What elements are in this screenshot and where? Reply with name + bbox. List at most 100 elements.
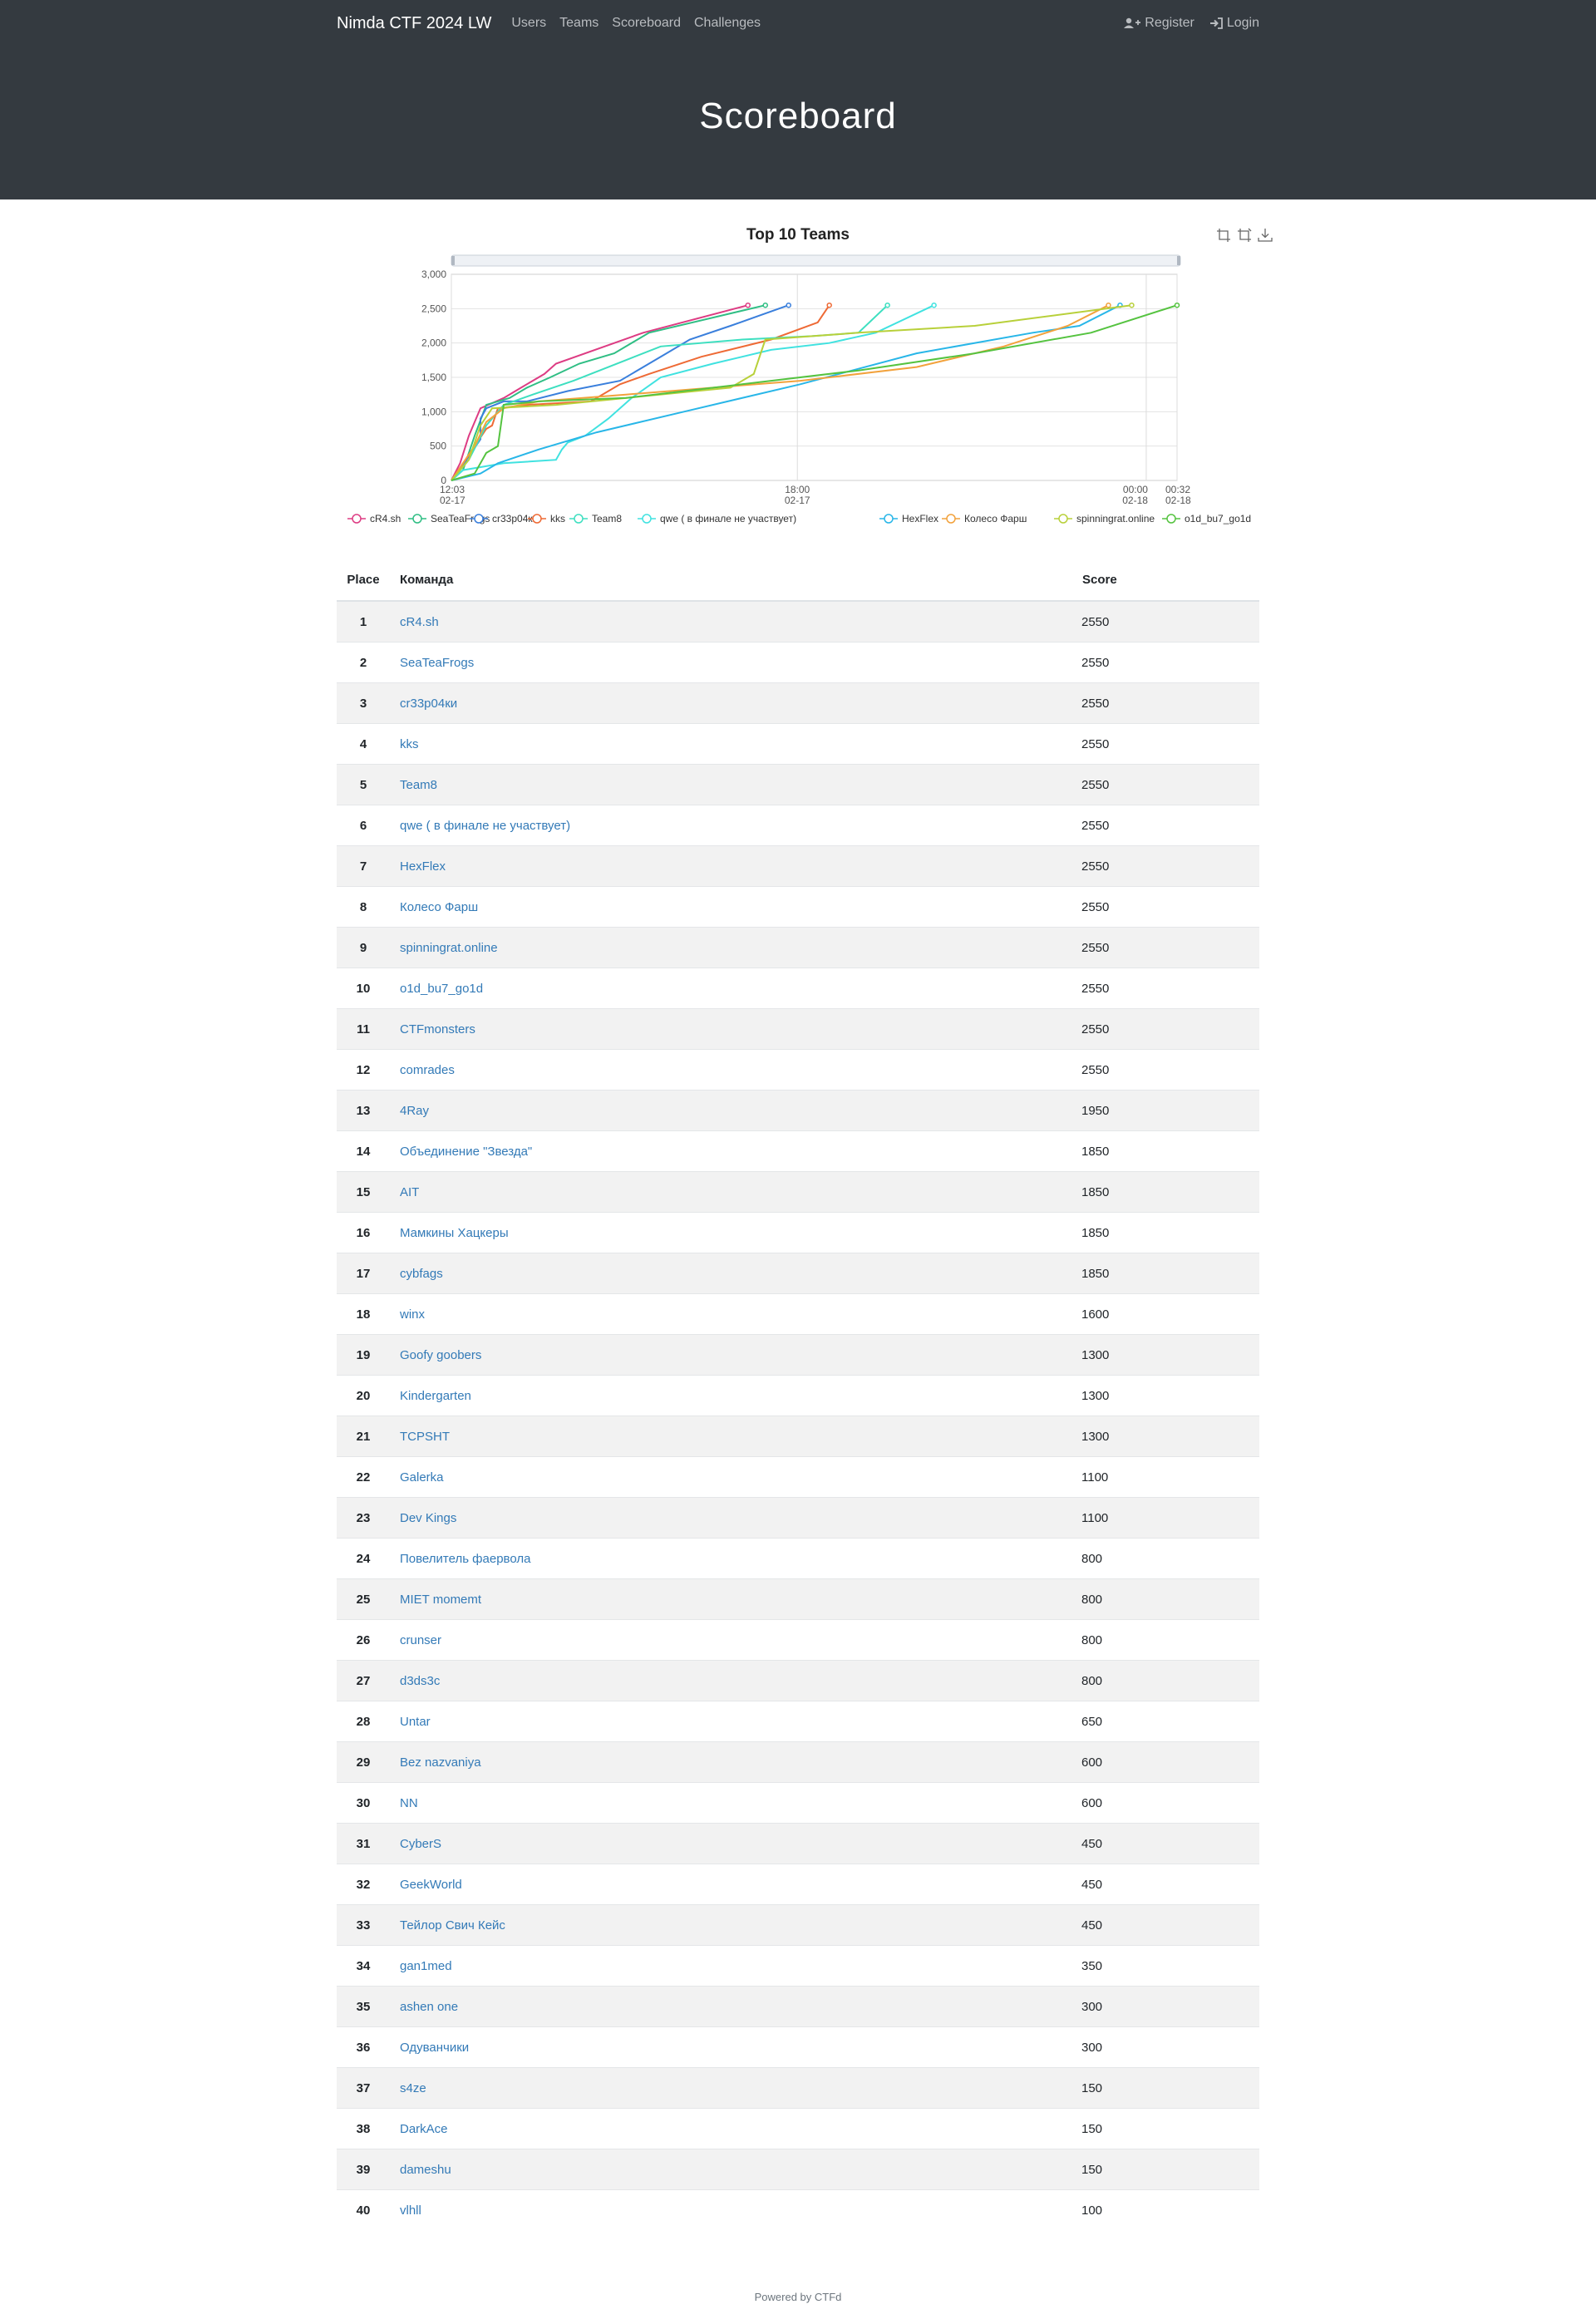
team-link[interactable]: cR4.sh <box>400 615 439 629</box>
team-link[interactable]: cybfags <box>400 1267 443 1281</box>
row-team-cell: gan1med <box>390 1945 1081 1987</box>
team-link[interactable]: Повелитель фаервола <box>400 1552 530 1566</box>
row-team-cell: DarkAce <box>390 2108 1081 2149</box>
team-link[interactable]: GeekWorld <box>400 1878 462 1892</box>
chart-canvas[interactable]: 05001,0001,5002,0002,5003,00012:0302-171… <box>332 218 1272 534</box>
team-link[interactable]: qwe ( в финале не участвует) <box>400 819 570 833</box>
team-link[interactable]: Dev Kings <box>400 1511 456 1525</box>
team-link[interactable]: Одуванчики <box>400 2041 469 2055</box>
legend-item[interactable]: o1d_bu7_go1d <box>1162 513 1251 524</box>
team-link[interactable]: kks <box>400 737 419 751</box>
row-score: 600 <box>1081 1782 1259 1824</box>
team-link[interactable]: o1d_bu7_go1d <box>400 982 483 996</box>
row-score: 300 <box>1081 2026 1259 2068</box>
legend-item[interactable]: Колесо Фарш <box>942 513 1027 524</box>
series-end-point[interactable] <box>1174 302 1180 308</box>
row-place: 21 <box>337 1416 390 1457</box>
team-link[interactable]: TCPSHT <box>400 1430 450 1444</box>
footer-powered-by[interactable]: Powered by CTFd <box>0 2291 1596 2303</box>
team-link[interactable]: crunser <box>400 1633 441 1647</box>
team-link[interactable]: Galerka <box>400 1470 444 1485</box>
team-link[interactable]: Team8 <box>400 778 437 792</box>
row-place: 16 <box>337 1212 390 1253</box>
team-link[interactable]: Bez nazvaniya <box>400 1755 481 1770</box>
team-link[interactable]: CyberS <box>400 1837 441 1851</box>
nav-challenges[interactable]: Challenges <box>694 16 761 31</box>
team-link[interactable]: Untar <box>400 1715 431 1729</box>
legend-item[interactable]: HexFlex <box>879 513 938 524</box>
row-team-cell: Тейлор Свич Кейс <box>390 1904 1081 1946</box>
data-zoom-handle-right[interactable] <box>1177 256 1180 265</box>
table-row: 9 spinningrat.online 2550 <box>337 927 1259 968</box>
team-link[interactable]: cr33p04ки <box>400 697 457 711</box>
series-end-point[interactable] <box>826 302 832 308</box>
team-link[interactable]: HexFlex <box>400 859 446 874</box>
row-team-cell: Bez nazvaniya <box>390 1741 1081 1783</box>
series-end-point[interactable] <box>786 302 791 308</box>
series-end-point[interactable] <box>1106 302 1111 308</box>
team-link[interactable]: spinningrat.online <box>400 941 498 955</box>
series-end-point[interactable] <box>931 302 937 308</box>
table-row: 29 Bez nazvaniya 600 <box>337 1741 1259 1783</box>
series-line[interactable] <box>451 304 1109 481</box>
nav-users[interactable]: Users <box>511 16 546 31</box>
top-banner: Nimda CTF 2024 LW Users Teams Scoreboard… <box>0 0 1596 199</box>
team-link[interactable]: DarkAce <box>400 2122 448 2136</box>
team-link[interactable]: NN <box>400 1796 418 1810</box>
y-tick-label: 2,000 <box>421 337 446 349</box>
table-row: 24 Повелитель фаервола 800 <box>337 1538 1259 1579</box>
row-team-cell: CyberS <box>390 1823 1081 1864</box>
series-line[interactable] <box>451 304 749 481</box>
series-line[interactable] <box>451 304 790 481</box>
brand-link[interactable]: Nimda CTF 2024 LW <box>337 14 491 33</box>
nav-teams[interactable]: Teams <box>559 16 598 31</box>
register-link[interactable]: Register <box>1124 16 1195 31</box>
series-end-point[interactable] <box>745 302 751 308</box>
row-score: 2550 <box>1081 1049 1259 1091</box>
series-end-point[interactable] <box>884 302 890 308</box>
team-link[interactable]: Мамкины Хацкеры <box>400 1226 509 1240</box>
legend-item[interactable]: qwe ( в финале не участвует) <box>638 513 796 524</box>
legend-item[interactable]: Team8 <box>569 513 622 524</box>
team-link[interactable]: MIET momemt <box>400 1593 481 1607</box>
y-tick-label: 500 <box>430 441 446 452</box>
team-link[interactable]: AIT <box>400 1185 419 1199</box>
legend-item[interactable]: spinningrat.online <box>1054 513 1155 524</box>
nav-scoreboard[interactable]: Scoreboard <box>612 16 681 31</box>
series-line[interactable] <box>451 304 1121 481</box>
team-link[interactable]: d3ds3c <box>400 1674 440 1688</box>
team-link[interactable]: comrades <box>400 1063 455 1077</box>
team-link[interactable]: winx <box>400 1307 425 1322</box>
team-link[interactable]: gan1med <box>400 1959 452 1973</box>
data-zoom-handle-left[interactable] <box>451 256 455 265</box>
team-link[interactable]: Kindergarten <box>400 1389 471 1403</box>
team-link[interactable]: CTFmonsters <box>400 1022 475 1036</box>
team-link[interactable]: dameshu <box>400 2163 451 2177</box>
series-end-point[interactable] <box>762 302 768 308</box>
data-zoom-slider[interactable] <box>451 254 1181 267</box>
team-link[interactable]: vlhll <box>400 2203 421 2218</box>
row-team-cell: Kindergarten <box>390 1375 1081 1416</box>
team-link[interactable]: s4ze <box>400 2081 426 2095</box>
series-end-point[interactable] <box>1129 302 1135 308</box>
table-row: 31 CyberS 450 <box>337 1823 1259 1864</box>
login-link[interactable]: Login <box>1209 16 1259 31</box>
legend-item[interactable]: cR4.sh <box>347 513 401 524</box>
team-link[interactable]: ashen one <box>400 2000 458 2014</box>
team-link[interactable]: Goofy goobers <box>400 1348 481 1362</box>
row-place: 2 <box>337 642 390 683</box>
team-link[interactable]: Колесо Фарш <box>400 900 478 914</box>
team-link[interactable]: Объединение "Звезда" <box>400 1145 532 1159</box>
legend-item[interactable]: cr33p04ки <box>470 513 538 524</box>
series-line[interactable] <box>451 304 766 481</box>
user-plus-icon <box>1124 17 1141 28</box>
team-link[interactable]: 4Ray <box>400 1104 429 1118</box>
row-place: 27 <box>337 1660 390 1701</box>
table-header-row: Place Команда Score <box>337 559 1259 602</box>
row-team-cell: Galerka <box>390 1456 1081 1498</box>
row-score: 450 <box>1081 1864 1259 1905</box>
row-team-cell: Goofy goobers <box>390 1334 1081 1376</box>
team-link[interactable]: SeaTeaFrogs <box>400 656 474 670</box>
team-link[interactable]: Тейлор Свич Кейс <box>400 1918 505 1933</box>
table-row: 19 Goofy goobers 1300 <box>337 1334 1259 1376</box>
